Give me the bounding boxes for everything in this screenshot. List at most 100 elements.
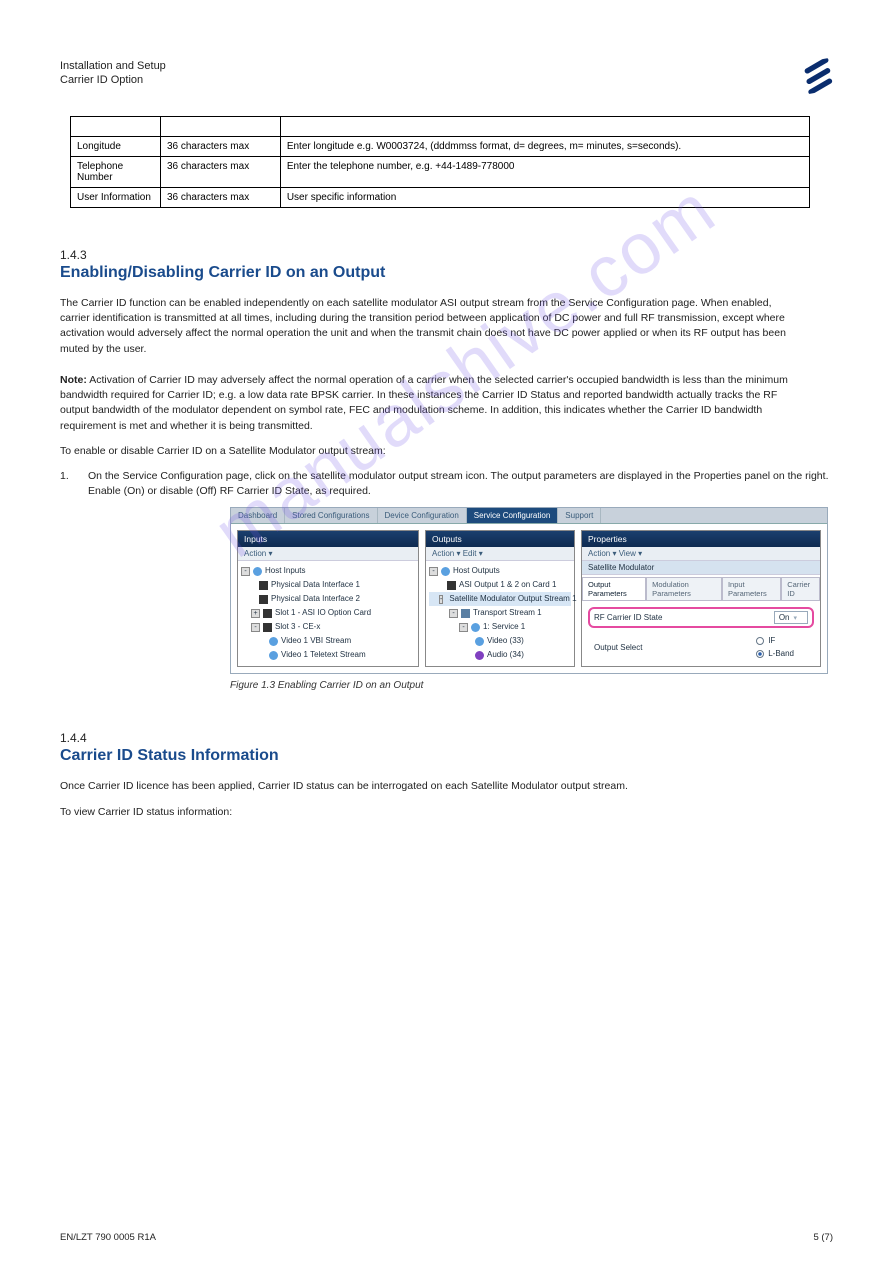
- outputs-action-menu[interactable]: Action ▾ Edit ▾: [426, 547, 574, 561]
- audio-icon: [475, 651, 484, 660]
- tab-dashboard[interactable]: Dashboard: [231, 508, 285, 523]
- paragraph: To enable or disable Carrier ID on a Sat…: [60, 444, 800, 459]
- service-icon: [471, 623, 480, 632]
- radio-lband-label: L-Band: [768, 649, 794, 658]
- cell: Enter the telephone number, e.g. +44-148…: [280, 157, 809, 188]
- subtab-modulation-parameters[interactable]: Modulation Parameters: [646, 577, 722, 600]
- collapse-icon[interactable]: -: [459, 623, 468, 632]
- cell: 36 characters max: [160, 188, 280, 208]
- tree-item[interactable]: Video 1 Teletext Stream: [281, 649, 366, 661]
- card-icon: [263, 609, 272, 618]
- host-icon: [441, 567, 450, 576]
- table-row: Longitude 36 characters max Enter longit…: [71, 137, 810, 157]
- collapse-icon[interactable]: -: [439, 595, 443, 604]
- footer-right: 5 (7): [813, 1232, 833, 1243]
- property-subtabs: Output Parameters Modulation Parameters …: [582, 577, 820, 601]
- rf-carrier-id-label: RF Carrier ID State: [594, 613, 662, 622]
- outputs-panel: Outputs Action ▾ Edit ▾ - Host Outputs AS…: [425, 530, 575, 667]
- footer-left: EN/LZT 790 0005 R1A: [60, 1232, 156, 1243]
- figure-caption: Figure 1.3 Enabling Carrier ID on an Out…: [230, 680, 833, 691]
- output-icon: [447, 581, 456, 590]
- tab-stored[interactable]: Stored Configurations: [285, 508, 377, 523]
- doc-header-line2: Carrier ID Option: [60, 74, 833, 86]
- tree-item[interactable]: 1: Service 1: [483, 621, 525, 633]
- collapse-icon[interactable]: -: [449, 609, 458, 618]
- table-row: [71, 117, 810, 137]
- rf-carrier-id-dropdown[interactable]: On: [774, 611, 808, 624]
- card-icon: [263, 623, 272, 632]
- cell: User Information: [71, 188, 161, 208]
- tree-item[interactable]: Physical Data Interface 2: [271, 593, 360, 605]
- paragraph: To view Carrier ID status information:: [60, 805, 800, 820]
- note-text: Activation of Carrier ID may adversely a…: [60, 374, 788, 432]
- cell: [160, 117, 280, 137]
- collapse-icon[interactable]: -: [251, 623, 260, 632]
- tree-item[interactable]: Audio (34): [487, 649, 524, 661]
- cell: [71, 117, 161, 137]
- section-number: 1.4.4: [60, 731, 833, 745]
- note-block: Note: Activation of Carrier ID may adver…: [60, 373, 800, 434]
- cell: [280, 117, 809, 137]
- collapse-icon[interactable]: -: [241, 567, 250, 576]
- tree-item-selected[interactable]: Satellite Modulator Output Stream 1: [449, 593, 576, 605]
- step-number: 1.: [60, 469, 88, 499]
- note-label: Note:: [60, 374, 87, 386]
- paragraph: The Carrier ID function can be enabled i…: [60, 296, 800, 357]
- subtab-output-parameters[interactable]: Output Parameters: [582, 577, 646, 600]
- cell: User specific information: [280, 188, 809, 208]
- properties-action-menu[interactable]: Action ▾ View ▾: [582, 547, 820, 561]
- stream-icon: [269, 651, 278, 660]
- radio-if[interactable]: [756, 637, 764, 645]
- tree-item[interactable]: ASI Output 1 & 2 on Card 1: [459, 579, 556, 591]
- interface-icon: [259, 595, 268, 604]
- cell: Longitude: [71, 137, 161, 157]
- properties-panel: Properties Action ▾ View ▾ Satellite Mod…: [581, 530, 821, 667]
- spec-table: Longitude 36 characters max Enter longit…: [70, 116, 810, 208]
- cell: Enter longitude e.g. W0003724, (dddmmss …: [280, 137, 809, 157]
- stream-icon: [269, 637, 278, 646]
- host-icon: [253, 567, 262, 576]
- tree-item[interactable]: Slot 3 - CE-x: [275, 621, 320, 633]
- output-select-label: Output Select: [588, 643, 642, 652]
- rf-carrier-id-highlight: RF Carrier ID State On: [588, 607, 814, 628]
- tree-item[interactable]: Transport Stream 1: [473, 607, 542, 619]
- section-title: Enabling/Disabling Carrier ID on an Outp…: [60, 264, 833, 282]
- properties-header: Properties: [582, 531, 820, 547]
- doc-header-line1: Installation and Setup: [60, 60, 833, 72]
- table-row: Telephone Number 36 characters max Enter…: [71, 157, 810, 188]
- subtab-input-parameters[interactable]: Input Parameters: [722, 577, 781, 600]
- tab-support[interactable]: Support: [558, 508, 601, 523]
- subtab-carrier-id[interactable]: Carrier ID: [781, 577, 820, 600]
- step-row: 1. On the Service Configuration page, cl…: [60, 469, 833, 499]
- tree-item[interactable]: Video 1 VBI Stream: [281, 635, 351, 647]
- section-number: 1.4.3: [60, 248, 833, 262]
- radio-if-label: IF: [768, 636, 775, 645]
- expand-icon[interactable]: +: [251, 609, 260, 618]
- tab-device[interactable]: Device Configuration: [378, 508, 467, 523]
- tree-item[interactable]: Physical Data Interface 1: [271, 579, 360, 591]
- inputs-panel: Inputs Action ▾ - Host Inputs Physical Da…: [237, 530, 419, 667]
- radio-lband[interactable]: [756, 650, 764, 658]
- cell: Telephone Number: [71, 157, 161, 188]
- embedded-screenshot: Dashboard Stored Configurations Device C…: [230, 507, 828, 674]
- section-title: Carrier ID Status Information: [60, 747, 833, 765]
- collapse-icon[interactable]: -: [429, 567, 438, 576]
- ts-icon: [461, 609, 470, 618]
- video-icon: [475, 637, 484, 646]
- tree-item[interactable]: Slot 1 - ASI IO Option Card: [275, 607, 371, 619]
- main-tabs: Dashboard Stored Configurations Device C…: [231, 508, 827, 524]
- tree-root[interactable]: Host Inputs: [265, 565, 305, 577]
- properties-group: Satellite Modulator: [582, 561, 820, 575]
- tab-service[interactable]: Service Configuration: [467, 508, 558, 523]
- outputs-header: Outputs: [426, 531, 574, 547]
- cell: 36 characters max: [160, 157, 280, 188]
- interface-icon: [259, 581, 268, 590]
- paragraph: Once Carrier ID licence has been applied…: [60, 779, 800, 794]
- tree-root[interactable]: Host Outputs: [453, 565, 500, 577]
- table-row: User Information 36 characters max User …: [71, 188, 810, 208]
- cell: 36 characters max: [160, 137, 280, 157]
- tree-item[interactable]: Video (33): [487, 635, 524, 647]
- inputs-header: Inputs: [238, 531, 418, 547]
- inputs-action-menu[interactable]: Action ▾: [238, 547, 418, 561]
- step-text: On the Service Configuration page, click…: [88, 469, 833, 499]
